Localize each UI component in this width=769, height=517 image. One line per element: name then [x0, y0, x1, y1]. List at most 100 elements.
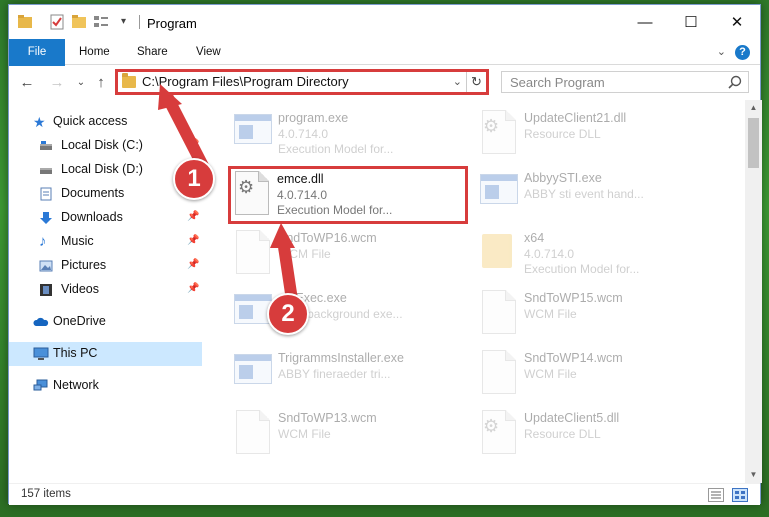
- file-name: SndToWP16.wcm: [278, 231, 377, 245]
- cloud-icon: [33, 315, 49, 329]
- sidebar-item-downloads[interactable]: Downloads 📌: [9, 206, 202, 230]
- generic-file-icon: [482, 290, 516, 334]
- gear-icon: ⚙: [483, 416, 500, 436]
- tab-share[interactable]: Share: [137, 39, 168, 65]
- address-bar[interactable]: C:\Program Files\Program Directory ⌄ ↻: [115, 69, 489, 95]
- up-button[interactable]: ↑: [91, 73, 111, 93]
- download-icon: [39, 211, 53, 225]
- tab-view[interactable]: View: [196, 39, 221, 65]
- file-item-exec-exe[interactable]: ...eExec.exe ...BY background exe...: [230, 286, 470, 344]
- file-type: WCM File: [278, 247, 331, 261]
- file-name: SndToWP13.wcm: [278, 411, 377, 425]
- search-input[interactable]: Search Program: [501, 71, 749, 93]
- back-button[interactable]: ←: [17, 73, 37, 93]
- file-item-updateclient5-dll[interactable]: ⚙ UpdateClient5.dll Resource DLL: [476, 406, 716, 464]
- maximize-button[interactable]: ☐: [668, 5, 714, 39]
- sidebar-item-label: Documents: [61, 186, 125, 200]
- file-type: Resource DLL: [524, 427, 601, 441]
- refresh-button[interactable]: ↻: [466, 72, 486, 92]
- file-item-trigrammsinstaller-exe[interactable]: TrigrammsInstaller.exe ABBY fineraeder t…: [230, 346, 470, 404]
- pin-icon: 📌: [187, 139, 200, 150]
- file-name: SndToWP15.wcm: [524, 291, 623, 305]
- new-folder-icon[interactable]: [71, 14, 87, 30]
- details-view-button[interactable]: [708, 488, 724, 502]
- file-version: 4.0.714.0: [524, 247, 575, 261]
- recent-locations-button[interactable]: ⌄: [71, 73, 91, 93]
- file-name: program.exe: [278, 111, 349, 125]
- sidebar-item-label: Music: [61, 234, 94, 248]
- music-icon: ♪: [39, 233, 47, 250]
- properties-icon[interactable]: [49, 14, 65, 30]
- scroll-down-button[interactable]: ▼: [745, 467, 762, 483]
- tab-home[interactable]: Home: [79, 39, 110, 65]
- pictures-icon: [39, 259, 53, 273]
- search-placeholder: Search Program: [510, 75, 605, 90]
- folder-icon: [17, 14, 33, 30]
- file-item-sndtowp13-wcm[interactable]: SndToWP13.wcm WCM File: [230, 406, 470, 464]
- sidebar-item-label: Quick access: [53, 114, 128, 128]
- title-separator: [139, 15, 140, 29]
- file-item-abbyysti-exe[interactable]: AbbyySTI.exe ABBY sti event hand...: [476, 166, 716, 224]
- item-count: 157 items: [21, 488, 71, 500]
- file-description: Execution Model for...: [278, 142, 394, 156]
- network-icon: [33, 379, 48, 393]
- sidebar-item-network[interactable]: Network: [9, 374, 202, 398]
- file-item-sndtowp15-wcm[interactable]: SndToWP15.wcm WCM File: [476, 286, 716, 344]
- file-type: WCM File: [278, 427, 331, 441]
- drive-icon: [39, 139, 53, 153]
- customize-toolbar-icon[interactable]: ▾: [121, 14, 137, 30]
- vertical-scrollbar[interactable]: ▲ ▼: [745, 100, 762, 483]
- file-name: UpdateClient5.dll: [524, 411, 620, 425]
- file-item-program-exe[interactable]: program.exe 4.0.714.0 Execution Model fo…: [230, 106, 470, 164]
- sidebar-item-label: OneDrive: [53, 314, 106, 328]
- close-button[interactable]: ✕: [714, 5, 760, 39]
- executable-icon: [234, 294, 272, 324]
- sidebar-item-label: Downloads: [61, 210, 123, 224]
- file-item-sndtowp16-wcm[interactable]: SndToWP16.wcm WCM File: [230, 226, 470, 284]
- executable-icon: [480, 174, 518, 204]
- search-icon: [728, 75, 742, 89]
- file-name: UpdateClient21.dll: [524, 111, 627, 125]
- large-icons-view-button[interactable]: [732, 488, 748, 502]
- scroll-up-button[interactable]: ▲: [745, 100, 762, 116]
- executable-icon: [234, 354, 272, 384]
- gear-icon: ⚙: [483, 116, 500, 136]
- file-item-x64[interactable]: x64 4.0.714.0 Execution Model for...: [476, 226, 716, 284]
- executable-icon: [234, 114, 272, 144]
- sidebar-item-quick-access[interactable]: ★ Quick access: [9, 110, 202, 134]
- videos-icon: [39, 283, 53, 297]
- sidebar-item-label: This PC: [53, 346, 98, 360]
- minimize-button[interactable]: —: [622, 5, 668, 39]
- file-name: AbbyySTI.exe: [524, 171, 602, 185]
- status-bar: 157 items: [9, 483, 760, 505]
- sidebar-item-label: Local Disk (D:): [61, 162, 143, 176]
- sidebar-item-local-disk-c[interactable]: Local Disk (C:) 📌: [9, 134, 202, 158]
- sidebar-item-this-pc[interactable]: This PC: [9, 342, 202, 366]
- pin-icon: 📌: [187, 259, 200, 270]
- file-item-emce-dll[interactable]: ⚙ emce.dll 4.0.714.0 Execution Model for…: [228, 166, 468, 224]
- address-dropdown-button[interactable]: ⌄: [453, 72, 462, 92]
- address-path[interactable]: C:\Program Files\Program Directory: [142, 74, 349, 89]
- folder-icon: [482, 234, 512, 268]
- sidebar-item-pictures[interactable]: Pictures 📌: [9, 254, 202, 278]
- file-version: 4.0.714.0: [277, 188, 328, 202]
- file-name: x64: [524, 231, 545, 245]
- view-options-icon[interactable]: [93, 14, 109, 30]
- forward-button[interactable]: →: [47, 73, 67, 93]
- explorer-window: ▾ Program — ☐ ✕ File Home Share View ⌄ ?…: [8, 4, 762, 505]
- expand-ribbon-button[interactable]: ⌄: [717, 45, 726, 58]
- file-item-sndtowp14-wcm[interactable]: SndToWP14.wcm WCM File: [476, 346, 716, 404]
- help-icon[interactable]: ?: [735, 45, 750, 60]
- sidebar-item-onedrive[interactable]: OneDrive: [9, 310, 202, 334]
- sidebar-item-label: Local Disk (C:): [61, 138, 143, 152]
- file-name: SndToWP14.wcm: [524, 351, 623, 365]
- pin-icon: 📌: [187, 283, 200, 294]
- documents-icon: [39, 187, 53, 201]
- file-item-updateclient21-dll[interactable]: ⚙ UpdateClient21.dll Resource DLL: [476, 106, 716, 164]
- sidebar-item-label: Pictures: [61, 258, 107, 272]
- sidebar-item-documents[interactable]: Documents 📌: [9, 182, 202, 206]
- file-name: emce.dll: [277, 172, 324, 186]
- sidebar-item-music[interactable]: ♪ Music 📌: [9, 230, 202, 254]
- scroll-thumb[interactable]: [748, 118, 759, 168]
- sidebar-item-videos[interactable]: Videos 📌: [9, 278, 202, 302]
